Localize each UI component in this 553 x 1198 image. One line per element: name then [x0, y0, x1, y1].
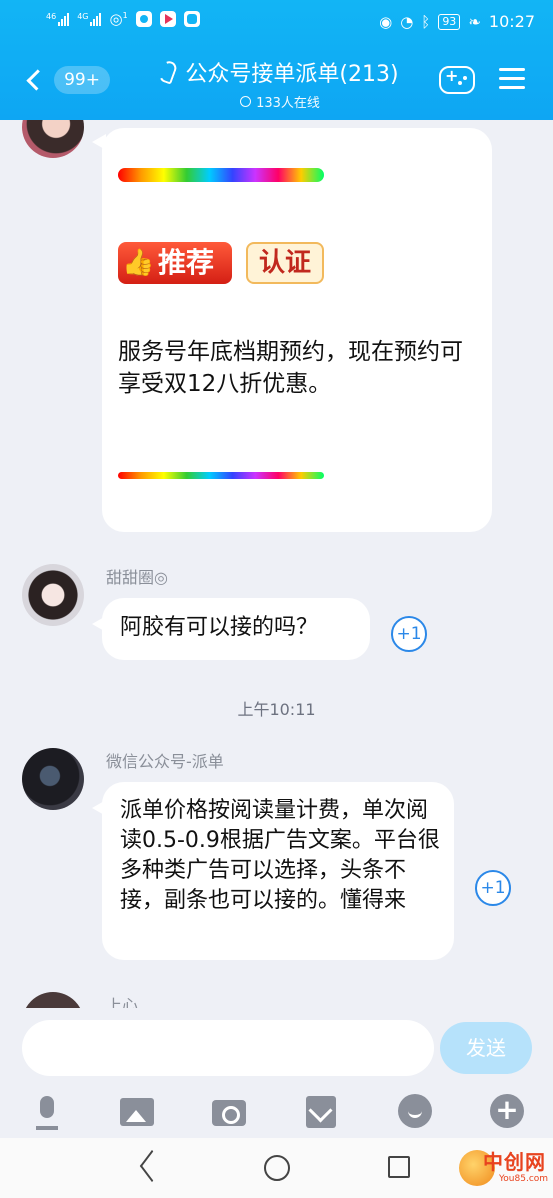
plus-one-button[interactable]: +1	[391, 616, 427, 652]
plus-icon[interactable]	[490, 1094, 526, 1130]
sender-name: 甜甜圈◎	[106, 568, 168, 587]
plus-one-button[interactable]: +1	[475, 870, 511, 906]
watermark-text: 中创网	[483, 1150, 546, 1174]
input-toolbar	[0, 1088, 553, 1134]
camera-icon[interactable]	[212, 1094, 248, 1130]
bluetooth-icon: ᛒ	[421, 12, 431, 31]
online-icon	[240, 96, 252, 107]
message-text: 服务号年底档期预约，现在预约可享受双12八折优惠。	[118, 339, 463, 397]
image-icon[interactable]	[120, 1094, 156, 1130]
leaf-icon: ❧	[468, 12, 481, 31]
message-text: 派单价格按阅读量计费，单次阅读0.5-0.9根据广告文案。平台很多种类广告可以选…	[120, 798, 440, 913]
app-notification-icon	[135, 11, 152, 27]
online-count: 133人在线	[256, 96, 320, 111]
signal-1-icon: 46	[46, 12, 70, 26]
system-navigation: 中创网 You85.com	[0, 1138, 553, 1198]
input-bar: 发送	[0, 1008, 553, 1138]
avatar[interactable]	[22, 748, 84, 810]
nav-home-icon[interactable]	[264, 1155, 290, 1181]
unread-badge: 99+	[54, 66, 110, 94]
message-bubble[interactable]: 派单价格按阅读量计费，单次阅读0.5-0.9根据广告文案。平台很多种类广告可以选…	[92, 782, 454, 960]
watermark-url: You85.com	[499, 1174, 549, 1184]
chat-messages[interactable]: 推荐 认证 服务号年底档期预约，现在预约可享受双12八折优惠。 甜甜圈◎ 阿胶有…	[0, 120, 553, 1008]
sender-name: 上心	[106, 996, 139, 1008]
chat-header: 99+ 公众号接单派单(213) 133人在线	[0, 44, 553, 120]
message-text: 阿胶有可以接的吗？	[120, 615, 319, 640]
group-title-area[interactable]: 公众号接单派单(213) 133人在线	[130, 56, 430, 111]
back-chevron-icon	[26, 69, 48, 91]
eye-comfort-icon: ◉	[379, 12, 393, 31]
status-time: 10:27	[488, 12, 535, 31]
recommend-tag: 推荐	[118, 242, 232, 284]
top-bar: 46 4G ◎1 ◉ ◔ ᛒ 93 ❧ 10:27 99+ 公众号接单派单(21…	[0, 0, 553, 120]
nav-recent-icon[interactable]	[388, 1156, 410, 1178]
microphone-icon[interactable]	[30, 1094, 66, 1130]
game-controller-icon[interactable]	[439, 66, 475, 94]
signal-2-icon: 4G	[77, 12, 102, 26]
emoji-icon[interactable]	[398, 1094, 434, 1130]
video-app-icon	[159, 11, 176, 27]
group-title: 公众号接单派单(213)	[185, 62, 399, 87]
avatar[interactable]	[22, 564, 84, 626]
message-bubble[interactable]: 阿胶有可以接的吗？	[92, 598, 370, 660]
red-envelope-icon[interactable]	[304, 1094, 340, 1130]
sender-name: 微信公众号-派单	[106, 752, 224, 771]
app-notification-icon-2	[183, 11, 200, 27]
message-input[interactable]	[22, 1020, 434, 1076]
menu-icon[interactable]	[499, 68, 525, 90]
status-bar: 46 4G ◎1 ◉ ◔ ᛒ 93 ❧ 10:27	[0, 0, 553, 44]
back-button[interactable]: 99+	[20, 60, 110, 100]
avatar[interactable]	[22, 992, 84, 1008]
verified-tag: 认证	[246, 242, 324, 284]
rainbow-divider	[118, 472, 324, 479]
wifi-icon: ◎1	[109, 10, 128, 28]
avatar[interactable]	[22, 120, 84, 158]
watermark: 中创网 You85.com	[459, 1146, 549, 1192]
alarm-icon: ◔	[400, 12, 414, 31]
ear-icon	[158, 59, 179, 85]
send-button[interactable]: 发送	[440, 1022, 532, 1074]
timestamp: 上午10:11	[237, 700, 316, 719]
message-bubble[interactable]: 推荐 认证 服务号年底档期预约，现在预约可享受双12八折优惠。	[92, 128, 492, 532]
battery-indicator: 93	[438, 13, 461, 30]
rainbow-divider	[118, 168, 324, 182]
